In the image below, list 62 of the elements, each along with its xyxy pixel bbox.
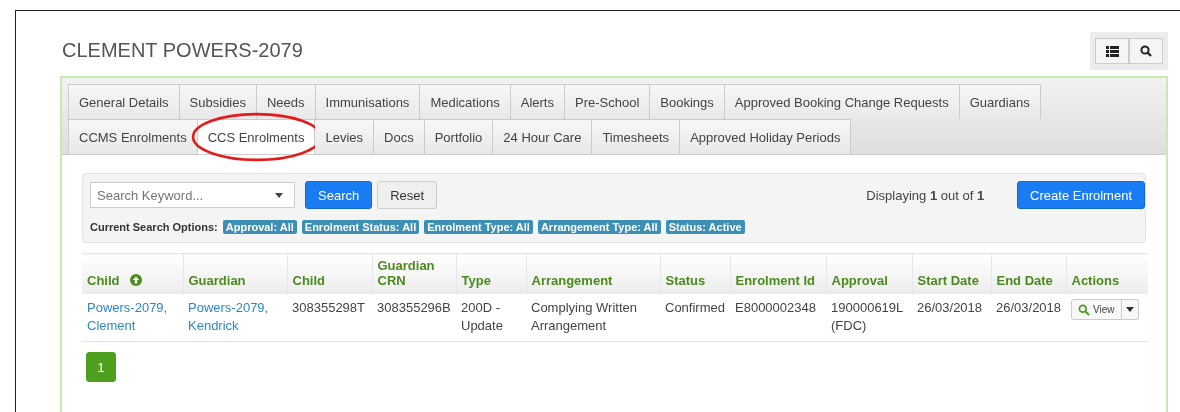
tab[interactable]: Alerts: [510, 84, 565, 119]
table-cell: E8000002348: [735, 300, 816, 315]
search-button[interactable]: Search: [305, 181, 373, 209]
list-icon: [1105, 45, 1119, 57]
column-header[interactable]: Arrangement: [526, 253, 660, 294]
tab[interactable]: Subsidies: [179, 84, 257, 119]
tab[interactable]: Medications: [420, 84, 511, 119]
tab[interactable]: Levies: [315, 119, 375, 154]
caret-icon: [1125, 307, 1134, 312]
search-field[interactable]: Search Keyword...: [90, 182, 295, 208]
tab[interactable]: Bookings: [650, 84, 725, 119]
table-cell: Complying Written Arrangement: [531, 300, 637, 333]
create-enrolment-button[interactable]: Create Enrolment: [1017, 181, 1145, 209]
column-header[interactable]: End Date: [991, 253, 1066, 294]
tab[interactable]: Docs: [374, 119, 425, 154]
tab[interactable]: Immunisations: [315, 84, 421, 119]
view-button[interactable]: View: [1071, 299, 1122, 320]
tab[interactable]: Portfolio: [424, 119, 494, 154]
tab[interactable]: Needs: [257, 84, 316, 119]
filter-tag: Enrolment Type: All: [424, 220, 533, 234]
table-cell: 200D - Update: [461, 300, 503, 333]
column-header[interactable]: Actions: [1066, 253, 1148, 294]
column-header[interactable]: Guardian: [183, 253, 287, 294]
table-cell: Confirmed: [665, 300, 725, 315]
filter-tag: Approval: All: [222, 220, 297, 234]
tab[interactable]: CCMS Enrolments: [68, 119, 198, 154]
table-link[interactable]: Powers-2079, Clement: [87, 299, 178, 335]
table-cell: 308355296B: [377, 300, 451, 315]
column-header[interactable]: Child: [287, 253, 372, 294]
column-header[interactable]: Guardian CRN: [372, 253, 456, 294]
table-cell: 190000619L (FDC): [831, 300, 903, 333]
column-header[interactable]: Enrolment Id: [730, 253, 826, 294]
column-header[interactable]: Type: [456, 253, 526, 294]
tab[interactable]: Approved Holiday Periods: [680, 119, 852, 154]
filter-tag: Arrangement Type: All: [537, 220, 661, 234]
search-options-label: Current Search Options:: [90, 221, 218, 233]
tab[interactable]: General Details: [68, 84, 180, 119]
page-title: CLEMENT POWERS-2079: [62, 39, 303, 62]
result-count: Displaying 1 out of 1: [866, 187, 985, 203]
tab[interactable]: Approved Booking Change Requests: [724, 84, 960, 119]
list-view-button[interactable]: [1095, 38, 1129, 64]
reset-button[interactable]: Reset: [377, 181, 438, 209]
search-button[interactable]: [1129, 38, 1163, 64]
column-header[interactable]: Child: [82, 253, 183, 294]
tab[interactable]: Pre-School: [565, 84, 651, 119]
table-cell: 26/03/2018: [917, 300, 983, 315]
tab[interactable]: 24 Hour Care: [493, 119, 593, 154]
search-icon: [1078, 303, 1090, 316]
search-icon: [1140, 45, 1152, 57]
table-cell: 26/03/2018: [996, 300, 1062, 315]
column-header[interactable]: Start Date: [912, 253, 991, 294]
table-cell: 308355298T: [292, 300, 365, 315]
column-header[interactable]: Status: [660, 253, 730, 294]
dropdown-button[interactable]: [1121, 299, 1139, 320]
column-header[interactable]: Approval: [826, 253, 912, 294]
tab[interactable]: Guardians: [959, 84, 1041, 119]
caret-icon: [275, 193, 283, 198]
table-link[interactable]: Powers-2079, Kendrick: [188, 299, 282, 335]
tab[interactable]: Timesheets: [592, 119, 681, 154]
filter-tag: Enrolment Status: All: [301, 220, 420, 234]
filter-tag: Status: Active: [665, 220, 745, 234]
tab[interactable]: CCS Enrolments: [197, 119, 316, 154]
